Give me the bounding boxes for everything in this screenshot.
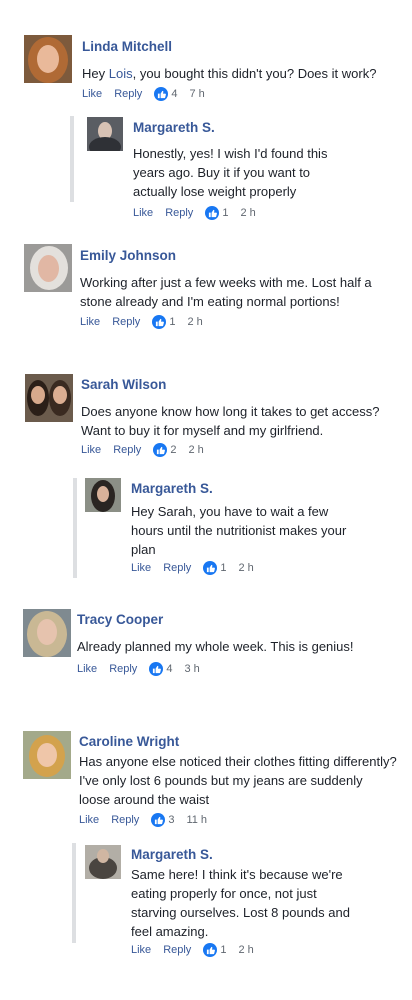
comment-actions: Like Reply 3 11 h [79, 813, 207, 827]
timestamp: 2 h [188, 444, 204, 456]
timestamp: 2 h [238, 562, 254, 574]
reply-button[interactable]: Reply [163, 944, 191, 956]
like-button[interactable]: Like [79, 814, 99, 826]
avatar[interactable] [25, 374, 73, 422]
like-count: 1 [220, 944, 227, 956]
thumbs-up-icon [203, 943, 218, 957]
thumbs-up-icon [153, 443, 168, 457]
avatar[interactable] [24, 35, 72, 83]
like-count: 3 [168, 814, 175, 826]
comment-text: Hey Lois, you bought this didn't you? Do… [82, 66, 377, 81]
comment-actions: Like Reply 2 2 h [81, 443, 204, 457]
comment-text: Same here! I think it's because we're ea… [131, 867, 350, 939]
reply-button[interactable]: Reply [111, 814, 139, 826]
commenter-name[interactable]: Margareth S. [131, 847, 213, 862]
avatar[interactable] [24, 244, 72, 292]
like-count: 1 [169, 316, 176, 328]
like-button[interactable]: Like [131, 562, 151, 574]
timestamp: 2 h [187, 316, 203, 328]
commenter-name[interactable]: Margareth S. [131, 481, 213, 496]
reply-button[interactable]: Reply [114, 88, 142, 100]
like-count: 1 [220, 562, 227, 574]
commenter-name[interactable]: Linda Mitchell [82, 39, 172, 54]
like-count: 1 [222, 207, 229, 219]
like-count: 4 [171, 88, 178, 100]
reply-thread-line [70, 116, 74, 202]
timestamp: 3 h [184, 663, 200, 675]
avatar[interactable] [23, 609, 71, 657]
commenter-name[interactable]: Sarah Wilson [81, 377, 166, 392]
comment-text: Already planned my whole week. This is g… [77, 639, 354, 654]
like-count: 4 [166, 663, 173, 675]
comment-text: Working after just a few weeks with me. … [80, 275, 372, 309]
reply-button[interactable]: Reply [165, 207, 193, 219]
thumbs-up-icon [203, 561, 218, 575]
like-count: 2 [170, 444, 177, 456]
avatar[interactable] [87, 117, 123, 151]
reply-button[interactable]: Reply [113, 444, 141, 456]
comment-actions: Like Reply 4 7 h [82, 87, 205, 101]
like-button[interactable]: Like [133, 207, 153, 219]
thumbs-up-icon [205, 206, 220, 220]
reply-thread-line [72, 843, 76, 943]
comment-actions: Like Reply 1 2 h [131, 561, 254, 575]
comment-text: Has anyone else noticed their clothes fi… [79, 754, 397, 807]
like-button[interactable]: Like [81, 444, 101, 456]
thumbs-up-icon [149, 662, 164, 676]
comment-text: Hey Sarah, you have to wait a few hours … [131, 504, 347, 557]
reply-thread-line [73, 478, 77, 578]
like-button[interactable]: Like [82, 88, 102, 100]
comment-actions: Like Reply 1 2 h [80, 315, 203, 329]
like-button[interactable]: Like [77, 663, 97, 675]
comment-actions: Like Reply 1 2 h [133, 206, 256, 220]
timestamp: 7 h [189, 88, 205, 100]
like-button[interactable]: Like [80, 316, 100, 328]
mention-link[interactable]: Lois [109, 66, 133, 81]
avatar[interactable] [85, 845, 121, 879]
reply-button[interactable]: Reply [109, 663, 137, 675]
reply-button[interactable]: Reply [163, 562, 191, 574]
commenter-name[interactable]: Tracy Cooper [77, 612, 163, 627]
timestamp: 11 h [186, 814, 208, 826]
commenter-name[interactable]: Emily Johnson [80, 248, 176, 263]
comment-text: Does anyone know how long it takes to ge… [81, 404, 380, 438]
avatar[interactable] [85, 478, 121, 512]
timestamp: 2 h [240, 207, 256, 219]
comment: Linda Mitchell Hey Lois, you bought this… [0, 0, 412, 230]
comment-text: Honestly, yes! I wish I'd found this yea… [133, 146, 328, 199]
reply-button[interactable]: Reply [112, 316, 140, 328]
comment-actions: Like Reply 4 3 h [77, 662, 200, 676]
like-button[interactable]: Like [131, 944, 151, 956]
comment-actions: Like Reply 1 2 h [131, 943, 254, 957]
thumbs-up-icon [151, 813, 166, 827]
commenter-name[interactable]: Caroline Wright [79, 734, 179, 749]
avatar[interactable] [23, 731, 71, 779]
thumbs-up-icon [152, 315, 167, 329]
thumbs-up-icon [154, 87, 169, 101]
timestamp: 2 h [238, 944, 254, 956]
commenter-name[interactable]: Margareth S. [133, 120, 215, 135]
